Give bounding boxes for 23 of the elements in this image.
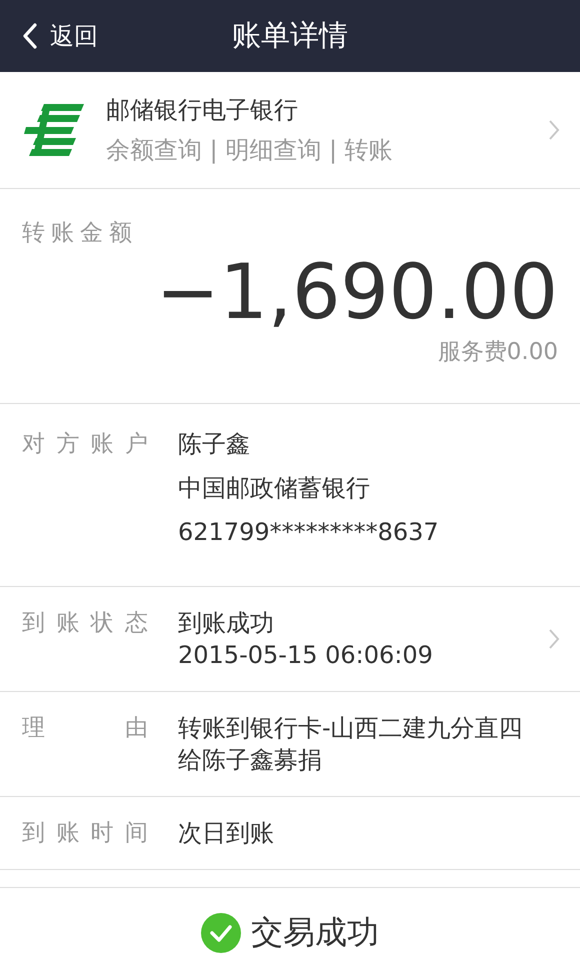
back-button[interactable]: 返回 (0, 20, 98, 52)
result-status: 交易成功 (251, 912, 379, 953)
detail-value: 621799*********8637 (178, 517, 440, 548)
detail-value: 转账到银行卡-山西二建九分直四给陈子鑫募捐 (178, 713, 524, 776)
chevron-right-icon (548, 119, 560, 141)
detail-value: 2015-05-15 06:06:09 (178, 640, 434, 671)
detail-label: 到账时间 (22, 819, 148, 848)
detail-value: 陈子鑫 (178, 429, 251, 460)
amount-label: 转账金额 (22, 219, 138, 248)
detail-value: 次日到账 (178, 818, 275, 849)
amount-value: −1,690.00 (156, 250, 558, 334)
detail-value: 中国邮政储蓄银行 (178, 473, 371, 504)
detail-label: 理由 (22, 714, 148, 743)
detail-label: 到账状态 (22, 609, 148, 638)
detail-row[interactable]: 到账状态 到账成功 2015-05-15 06:06:09 (0, 587, 580, 692)
bank-row[interactable]: 邮储银行电子银行 余额查询 | 明细查询 | 转账 (0, 72, 580, 189)
chevron-right-icon (548, 628, 560, 650)
service-fee: 服务费0.00 (438, 338, 558, 367)
detail-label: 对方账户 (22, 430, 148, 459)
detail-value: 到账成功 (178, 608, 275, 639)
bank-name: 邮储银行电子银行 (106, 95, 299, 126)
bank-services: 余额查询 | 明细查询 | 转账 (106, 135, 394, 166)
page-title: 账单详情 (232, 17, 348, 54)
